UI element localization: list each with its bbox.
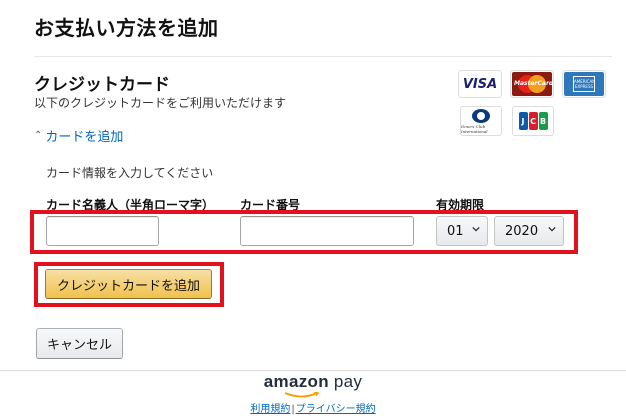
- chevron-down-icon: [548, 226, 556, 232]
- expiry-month-select[interactable]: 01: [436, 216, 488, 246]
- diners-logo: Diners Club International: [460, 106, 502, 136]
- privacy-link[interactable]: プライバシー規約: [296, 404, 376, 415]
- form-caption: カード情報を入力してください: [46, 166, 214, 180]
- card-number-input[interactable]: [240, 216, 414, 246]
- brand-prefix: amazon: [263, 372, 329, 391]
- add-card-link[interactable]: ⌃ カードを追加: [34, 126, 123, 145]
- section-title: クレジットカード: [34, 75, 170, 95]
- footer-divider: [0, 370, 626, 371]
- chevron-down-icon: [472, 226, 480, 232]
- cardholder-name-input[interactable]: [46, 216, 159, 246]
- expiry-month-value: 01: [447, 223, 464, 239]
- amex-icon: AMERICAN EXPRESS: [564, 72, 604, 96]
- header-divider: [34, 56, 612, 57]
- footer-separator: |: [291, 404, 295, 415]
- amazon-pay-logo: amazon pay: [0, 372, 626, 392]
- mastercard-logo: MasterCard: [510, 70, 554, 98]
- mastercard-icon: MasterCard: [512, 72, 554, 96]
- mastercard-text: MasterCard: [514, 80, 554, 87]
- amex-text: AMERICAN EXPRESS: [573, 76, 595, 92]
- amex-logo: AMERICAN EXPRESS: [562, 70, 606, 98]
- add-credit-card-button[interactable]: クレジットカードを追加: [45, 269, 212, 299]
- expiry-year-select[interactable]: 2020: [494, 216, 564, 246]
- cancel-button[interactable]: キャンセル: [36, 328, 123, 359]
- diners-text: Diners Club International: [461, 123, 488, 134]
- footer-links: 利用規約|プライバシー規約: [0, 400, 626, 415]
- card-brand-logos: VISA MasterCard AMERICAN EXPRESS Diners …: [458, 70, 608, 136]
- page-title: お支払い方法を追加: [34, 16, 219, 40]
- add-card-link-label: カードを追加: [45, 130, 124, 145]
- section-subtitle: 以下のクレジットカードをご利用いただけます: [34, 96, 287, 110]
- amazon-smile-icon: [284, 392, 320, 398]
- visa-text: VISA: [462, 76, 498, 92]
- chevron-up-icon: ⌃: [34, 130, 43, 141]
- jcb-icon: J C B: [518, 112, 548, 130]
- diners-icon: [472, 108, 490, 123]
- brand-suffix: pay: [333, 372, 363, 391]
- jcb-logo: J C B: [512, 106, 554, 136]
- visa-logo: VISA: [458, 70, 502, 98]
- expiry-year-value: 2020: [505, 223, 539, 239]
- terms-link[interactable]: 利用規約: [250, 404, 290, 415]
